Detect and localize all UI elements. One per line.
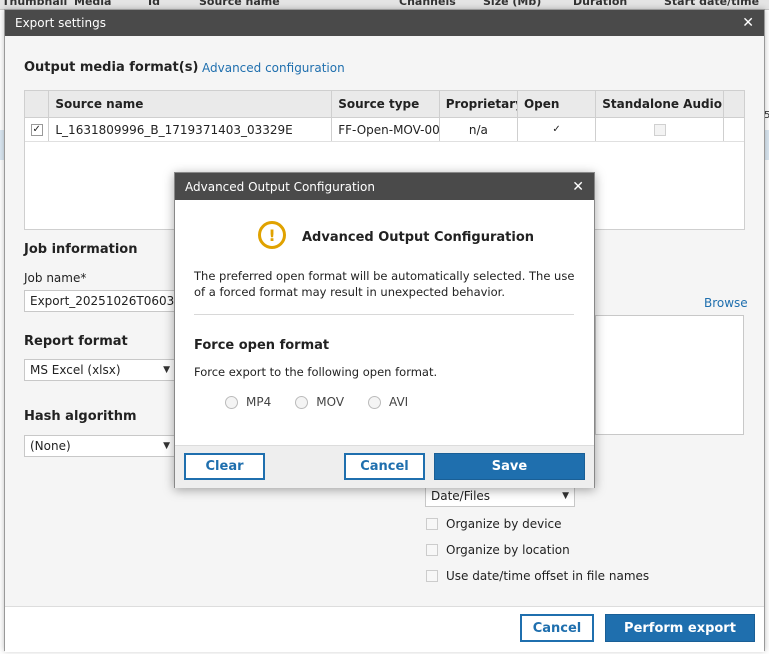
advanced-configuration-link[interactable]: Advanced configuration xyxy=(202,61,345,75)
advanced-dialog-heading: Advanced Output Configuration xyxy=(302,230,535,245)
export-settings-title: Export settings xyxy=(15,16,106,30)
radio-mov-circle[interactable] xyxy=(295,395,309,409)
table-row[interactable]: ✓ L_1631809996_B_1719371403_03329E FF-Op… xyxy=(25,118,744,142)
perform-export-button[interactable]: Perform export xyxy=(605,614,755,642)
chevron-down-icon: ▼ xyxy=(163,365,170,375)
cell-open: ✓ xyxy=(518,118,597,141)
report-format-select[interactable]: MS Excel (xlsx) ▼ xyxy=(24,359,176,381)
cell-source-name: L_1631809996_B_1719371403_03329E xyxy=(49,118,333,141)
organize-by-device-checkbox[interactable] xyxy=(426,518,438,530)
cell-proprietary: n/a xyxy=(440,118,518,141)
bg-col-size: Size (Mb) xyxy=(483,0,542,8)
chevron-down-icon: ▼ xyxy=(562,491,569,501)
advanced-dialog-message: The preferred open format will be automa… xyxy=(194,269,575,299)
header-source-type[interactable]: Source type xyxy=(332,91,440,117)
row-filler xyxy=(724,118,744,141)
bg-col-thumbnail: Thumbnail xyxy=(2,0,68,8)
output-path-area[interactable] xyxy=(595,315,744,435)
job-name-label: Job name* xyxy=(24,271,87,285)
header-filler xyxy=(724,91,744,117)
hash-algorithm-select[interactable]: (None) ▼ xyxy=(24,435,176,457)
datetime-offset-option[interactable]: Use date/time offset in file names xyxy=(426,569,649,583)
bg-col-channels: Channels xyxy=(399,0,456,8)
organize-by-device-label: Organize by device xyxy=(446,517,562,531)
radio-mp4-circle[interactable] xyxy=(225,395,238,409)
check-icon: ✓ xyxy=(552,123,561,135)
save-button[interactable]: Save xyxy=(434,453,585,480)
table-header: Source name Source type Proprietary Open… xyxy=(25,91,744,118)
header-standalone-audio[interactable]: Standalone Audio xyxy=(596,91,725,117)
clear-button[interactable]: Clear xyxy=(184,453,265,480)
organize-by-location-label: Organize by location xyxy=(446,543,570,557)
export-settings-footer: Cancel Perform export xyxy=(5,606,764,652)
advanced-dialog-title: Advanced Output Configuration xyxy=(185,179,375,194)
close-icon[interactable]: ✕ xyxy=(572,179,584,195)
organize-by-device-option[interactable]: Organize by device xyxy=(426,517,562,531)
bg-col-duration: Duration xyxy=(573,0,628,8)
cell-source-type: FF-Open-MOV-001 xyxy=(332,118,440,141)
radio-mov-label: MOV xyxy=(316,395,345,409)
datetime-offset-label: Use date/time offset in file names xyxy=(446,569,650,583)
standalone-audio-checkbox xyxy=(653,123,666,136)
header-open[interactable]: Open xyxy=(518,91,597,117)
bg-col-id: Id xyxy=(148,0,160,8)
advanced-dialog-footer: Clear Cancel Save xyxy=(175,445,594,488)
hash-algorithm-title: Hash algorithm xyxy=(24,409,137,424)
cell-standalone-audio xyxy=(596,118,725,141)
radio-mp4[interactable]: MP4 xyxy=(225,395,271,409)
datetime-offset-checkbox[interactable] xyxy=(426,570,438,582)
header-select xyxy=(25,91,50,117)
divider xyxy=(194,314,574,315)
radio-avi[interactable]: AVI xyxy=(368,395,408,409)
header-proprietary[interactable]: Proprietary xyxy=(440,91,518,117)
cancel-button[interactable]: Cancel xyxy=(520,614,594,642)
folder-structure-value: Date/Files xyxy=(431,489,491,503)
force-open-format-title: Force open format xyxy=(194,338,330,353)
report-format-value: MS Excel (xlsx) xyxy=(30,363,121,377)
job-name-value: Export_20251026T060343 xyxy=(30,294,190,308)
warning-icon: ! xyxy=(258,221,286,249)
advanced-output-configuration-dialog: Advanced Output Configuration ✕ ! Advanc… xyxy=(174,172,595,488)
output-formats-title: Output media format(s) xyxy=(24,60,199,75)
folder-structure-select[interactable]: Date/Files ▼ xyxy=(425,485,575,507)
hash-algorithm-value: (None) xyxy=(30,439,71,453)
radio-avi-label: AVI xyxy=(389,395,409,409)
organize-by-location-checkbox[interactable] xyxy=(426,544,438,556)
bg-col-media: Media xyxy=(74,0,112,8)
force-open-format-description: Force export to the following open forma… xyxy=(194,365,438,379)
organize-by-location-option[interactable]: Organize by location xyxy=(426,543,570,557)
row-select-cell: ✓ xyxy=(25,118,50,141)
advanced-dialog-titlebar: Advanced Output Configuration ✕ xyxy=(175,173,594,200)
radio-avi-circle[interactable] xyxy=(368,395,382,409)
browse-link[interactable]: Browse xyxy=(704,296,748,310)
check-icon: ✓ xyxy=(32,123,41,135)
job-information-title: Job information xyxy=(24,242,138,257)
bg-col-source-name: Source name xyxy=(199,0,280,8)
open-checkbox[interactable]: ✓ xyxy=(551,124,563,136)
bg-col-start-date: Start date/time xyxy=(664,0,760,8)
row-select-checkbox[interactable]: ✓ xyxy=(30,123,43,136)
report-format-title: Report format xyxy=(24,334,128,349)
job-name-field[interactable]: Export_20251026T060343 xyxy=(24,290,190,312)
radio-mp4-label: MP4 xyxy=(246,395,272,409)
close-icon[interactable]: ✕ xyxy=(742,15,754,31)
header-source-name[interactable]: Source name xyxy=(49,91,333,117)
format-radio-group: MP4 MOV AVI xyxy=(225,395,408,409)
advanced-cancel-button[interactable]: Cancel xyxy=(344,453,425,480)
radio-mov[interactable]: MOV xyxy=(295,395,344,409)
chevron-down-icon: ▼ xyxy=(163,441,170,451)
export-settings-titlebar: Export settings ✕ xyxy=(5,10,764,36)
